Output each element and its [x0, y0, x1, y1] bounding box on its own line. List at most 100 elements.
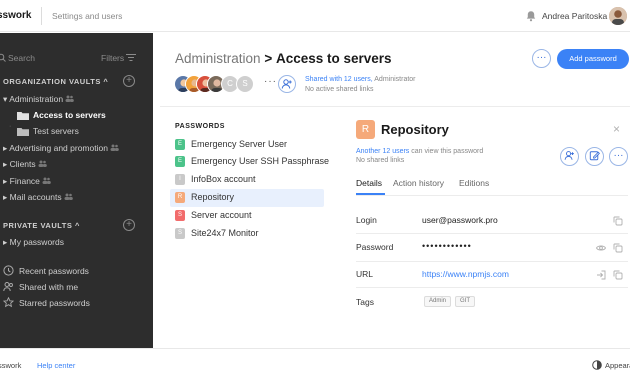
- open-link-icon[interactable]: [596, 270, 606, 280]
- sidebar-item-test-servers[interactable]: Test servers: [33, 126, 79, 136]
- users-icon: [65, 95, 75, 102]
- caret-right-icon: ▸: [3, 176, 8, 186]
- login-label: Login: [356, 215, 377, 225]
- add-organization-vault-button[interactable]: +: [123, 75, 135, 87]
- users-icon: [110, 144, 120, 151]
- share-password-button[interactable]: [560, 147, 579, 166]
- users-icon: [38, 160, 47, 167]
- passwords-heading: PASSWORDS: [175, 123, 225, 130]
- copy-icon[interactable]: [613, 243, 623, 253]
- eye-icon[interactable]: [596, 243, 606, 253]
- tab-details[interactable]: Details: [356, 178, 382, 188]
- appearance-button[interactable]: Appeara: [605, 361, 630, 370]
- theme-contrast-icon[interactable]: [592, 360, 602, 370]
- caret-down-icon: ▾: [3, 94, 8, 104]
- field-divider: [356, 233, 628, 234]
- tab-action-history[interactable]: Action history: [393, 178, 444, 188]
- url-value[interactable]: https://www.npmjs.com: [422, 269, 509, 279]
- organization-vaults-heading[interactable]: ORGANIZATION VAULTS ^: [3, 77, 108, 86]
- shared-with-me-link[interactable]: Shared with me: [19, 282, 78, 292]
- search-input[interactable]: Search: [8, 53, 35, 63]
- caret-right-icon: ▸: [3, 237, 8, 247]
- users-icon: [64, 193, 73, 200]
- user-name[interactable]: Andrea Paritoska: [542, 11, 607, 21]
- vault-more-button[interactable]: ···: [532, 49, 551, 68]
- folder-icon: [17, 128, 29, 136]
- password-letter-icon: E: [175, 139, 185, 150]
- tag-git[interactable]: GIT: [455, 296, 475, 307]
- url-label: URL: [356, 269, 374, 279]
- caret-right-icon: ▸: [3, 192, 8, 202]
- top-divider: [41, 7, 42, 25]
- sidebar-item-advertising[interactable]: ▸ Advertising and promotion: [3, 143, 120, 154]
- breadcrumb-separator: >: [264, 51, 273, 66]
- chevron-up-icon: ^: [103, 77, 109, 86]
- tree-branch-icon: ·: [9, 123, 12, 130]
- no-active-links-text: No active shared links: [305, 86, 374, 93]
- shared-with-users-link[interactable]: Shared with 12 users,: [305, 76, 373, 83]
- password-item[interactable]: I InfoBox account: [170, 171, 324, 189]
- login-value[interactable]: user@passwork.pro: [422, 215, 498, 225]
- users-icon: [3, 282, 13, 292]
- starred-passwords-link[interactable]: Starred passwords: [19, 298, 90, 308]
- filters-button[interactable]: Filters: [101, 53, 124, 63]
- add-password-button[interactable]: Add password: [557, 49, 629, 69]
- user-avatar[interactable]: [609, 7, 627, 25]
- search-icon: [0, 53, 6, 62]
- detail-more-button[interactable]: ···: [609, 147, 628, 166]
- tags-label: Tags: [356, 297, 374, 307]
- filter-icon[interactable]: [126, 53, 136, 62]
- page-title: Access to servers: [275, 51, 392, 66]
- password-item[interactable]: E Emergency User SSH Passphrase: [170, 153, 329, 171]
- password-item-selected[interactable]: R Repository: [170, 189, 324, 207]
- another-users-link[interactable]: Another 12 users: [356, 148, 409, 155]
- password-letter-icon: S: [175, 210, 185, 221]
- password-value[interactable]: ••••••••••••: [422, 241, 472, 251]
- sidebar-item-administration[interactable]: ▾ Administration: [3, 94, 75, 105]
- recent-passwords-link[interactable]: Recent passwords: [19, 266, 89, 276]
- tag-admin[interactable]: Admin: [424, 296, 452, 307]
- sidebar-item-finance[interactable]: ▸ Finance: [3, 176, 52, 187]
- footer-brand: sswork: [0, 361, 22, 370]
- add-user-icon: [564, 151, 574, 160]
- avatar[interactable]: S: [236, 75, 254, 93]
- caret-right-icon: ▸: [3, 143, 8, 153]
- sidebar-item-access-to-servers[interactable]: Access to servers: [33, 110, 106, 120]
- password-item[interactable]: E Emergency Server User: [170, 136, 324, 154]
- sidebar-item-clients[interactable]: ▸ Clients: [3, 159, 47, 170]
- app-logo[interactable]: sswork: [0, 10, 31, 21]
- sidebar-item-my-passwords[interactable]: ▸ My passwords: [3, 237, 64, 248]
- settings-and-users-link[interactable]: Settings and users: [52, 11, 122, 21]
- breadcrumb-parent[interactable]: Administration: [175, 51, 261, 66]
- repository-letter-icon: R: [356, 120, 375, 139]
- tab-editions[interactable]: Editions: [459, 178, 489, 188]
- vault-shared-info: Shared with 12 users, Administrator: [305, 76, 416, 83]
- tabs-divider: [356, 195, 628, 196]
- chevron-up-icon: ^: [74, 221, 80, 230]
- caret-right-icon: ▸: [3, 159, 8, 169]
- more-members-icon[interactable]: ···: [264, 76, 277, 87]
- clock-icon: [3, 265, 14, 276]
- add-private-vault-button[interactable]: +: [123, 219, 135, 231]
- users-icon: [42, 177, 52, 184]
- bell-icon[interactable]: [525, 10, 537, 22]
- copy-icon[interactable]: [613, 216, 623, 226]
- sidebar-item-mail-accounts[interactable]: ▸ Mail accounts: [3, 192, 73, 203]
- top-bar: sswork Settings and users Andrea Paritos…: [0, 0, 630, 32]
- password-item[interactable]: S Site24x7 Monitor: [170, 225, 324, 243]
- add-user-button[interactable]: [278, 75, 296, 93]
- password-letter-icon: E: [175, 156, 185, 167]
- close-icon[interactable]: ×: [613, 122, 620, 136]
- private-vaults-heading[interactable]: PRIVATE VAULTS ^: [3, 221, 80, 230]
- password-item[interactable]: S Server account: [170, 207, 324, 225]
- no-shared-links-text: No shared links: [356, 157, 405, 164]
- breadcrumb: Administration > Access to servers: [175, 51, 392, 66]
- folder-icon: [17, 112, 29, 120]
- sidebar: Search Filters ORGANIZATION VAULTS ^ + ▾…: [0, 33, 153, 348]
- field-divider: [356, 287, 628, 288]
- copy-icon[interactable]: [613, 270, 623, 280]
- edit-password-button[interactable]: [585, 147, 604, 166]
- help-center-link[interactable]: Help center: [37, 361, 75, 370]
- footer: sswork Help center Appeara: [0, 348, 630, 380]
- add-user-icon: [281, 79, 292, 89]
